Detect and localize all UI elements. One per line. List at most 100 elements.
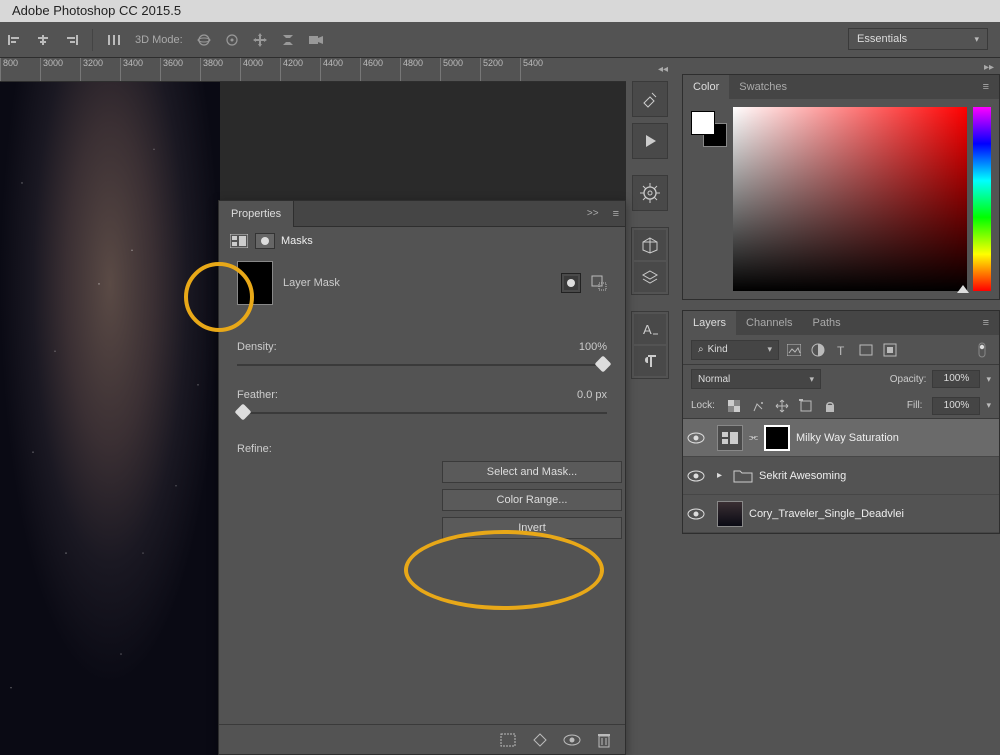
panel-menu-icon[interactable]: ≡ — [973, 311, 999, 335]
feather-slider[interactable] — [237, 405, 607, 421]
panel-menu-icon[interactable]: ≡ — [973, 75, 999, 99]
visibility-icon[interactable] — [687, 470, 711, 482]
expand-dock-icon[interactable]: ◂◂ — [658, 64, 672, 75]
workspace-switcher[interactable]: Essentials ▾ — [848, 28, 988, 50]
lock-position-icon[interactable] — [773, 397, 791, 415]
foreground-color[interactable] — [691, 111, 715, 135]
link-icon[interactable]: ⫘ — [749, 432, 758, 443]
lock-transparency-icon[interactable] — [725, 397, 743, 415]
lock-pixels-icon[interactable] — [749, 397, 767, 415]
paragraph-icon[interactable] — [634, 346, 666, 376]
apply-mask-icon[interactable] — [531, 731, 549, 749]
opacity-label: Opacity: — [890, 374, 927, 385]
panel-menu-icon[interactable]: ≡ — [607, 208, 625, 220]
properties-footer — [219, 724, 625, 754]
3d-camera-icon[interactable] — [305, 29, 327, 51]
visibility-icon[interactable] — [687, 432, 711, 444]
3d-cube-icon[interactable] — [634, 230, 666, 260]
visibility-icon[interactable] — [687, 508, 711, 520]
filter-smart-icon[interactable] — [881, 341, 899, 359]
tab-swatches[interactable]: Swatches — [729, 75, 797, 99]
lock-all-icon[interactable] — [821, 397, 839, 415]
pixel-mask-button[interactable] — [561, 273, 581, 293]
3d-roll-icon[interactable] — [221, 29, 243, 51]
masks-subheader: Masks — [219, 227, 625, 255]
ruler-tick: 3400 — [120, 58, 160, 82]
foreground-background-swatch[interactable] — [691, 111, 727, 147]
properties-panel: Properties >> ≡ Masks Layer Mask Density… — [218, 200, 626, 755]
color-panel: Color Swatches ≡ — [682, 74, 1000, 300]
layer-row[interactable]: ⫘ Milky Way Saturation — [683, 419, 999, 457]
invert-button[interactable]: Invert — [442, 517, 622, 539]
tab-paths[interactable]: Paths — [803, 311, 851, 335]
layer-row[interactable]: ▸ Sekrit Awesoming — [683, 457, 999, 495]
3d-pan-icon[interactable] — [249, 29, 271, 51]
vector-mask-button[interactable] — [589, 273, 609, 293]
character-icon[interactable]: A — [634, 314, 666, 344]
ruler-tick: 4000 — [240, 58, 280, 82]
fill-label: Fill: — [907, 400, 923, 411]
align-left-icon[interactable] — [4, 29, 26, 51]
collapse-panels-icon[interactable]: ▸▸ — [984, 62, 994, 73]
filter-type-icon[interactable]: T — [833, 341, 851, 359]
hue-slider[interactable] — [973, 107, 991, 291]
chevron-down-icon: ▾ — [767, 344, 772, 355]
tab-layers[interactable]: Layers — [683, 311, 736, 335]
filter-toggle-icon[interactable] — [973, 341, 991, 359]
app-title: Adobe Photoshop CC 2015.5 — [12, 3, 181, 18]
workspace-label: Essentials — [857, 33, 907, 45]
lock-artboard-icon[interactable] — [797, 397, 815, 415]
color-range-button[interactable]: Color Range... — [442, 489, 622, 511]
filter-pixel-icon[interactable] — [785, 341, 803, 359]
density-value[interactable]: 100% — [579, 341, 607, 353]
distribute-icon[interactable] — [103, 29, 125, 51]
adjustment-icon[interactable] — [229, 233, 249, 249]
load-selection-icon[interactable] — [499, 731, 517, 749]
layer-row[interactable]: Cory_Traveler_Single_Deadvlei — [683, 495, 999, 533]
3d-orbit-icon[interactable] — [193, 29, 215, 51]
3d-slide-icon[interactable] — [277, 29, 299, 51]
ruler-tick: 5000 — [440, 58, 480, 82]
select-and-mask-button[interactable]: Select and Mask... — [442, 461, 622, 483]
saturation-value-picker[interactable] — [733, 107, 967, 291]
layer-name[interactable]: Sekrit Awesoming — [759, 470, 846, 482]
opacity-value[interactable]: 100% — [932, 370, 980, 388]
disable-mask-icon[interactable] — [563, 731, 581, 749]
density-slider[interactable] — [237, 357, 607, 373]
folder-collapse-icon[interactable]: ▸ — [717, 470, 727, 481]
feather-value[interactable]: 0.0 px — [577, 389, 607, 401]
image-thumbnail[interactable] — [717, 501, 743, 527]
folder-icon — [733, 468, 753, 484]
collapse-panel-icon[interactable]: >> — [579, 208, 607, 219]
actions-play-icon[interactable] — [632, 123, 668, 159]
refine-label: Refine: — [237, 443, 272, 455]
fill-value[interactable]: 100% — [932, 397, 980, 415]
blend-mode-select[interactable]: Normal ▾ — [691, 369, 821, 389]
layers-panel: Layers Channels Paths ≡ ⌕Kind ▾ T Normal… — [682, 310, 1000, 534]
layer-mask-thumbnail[interactable] — [764, 425, 790, 451]
filter-kind-select[interactable]: ⌕Kind ▾ — [691, 340, 779, 360]
align-center-h-icon[interactable] — [32, 29, 54, 51]
filter-shape-icon[interactable] — [857, 341, 875, 359]
filter-adjustment-icon[interactable] — [809, 341, 827, 359]
tab-color[interactable]: Color — [683, 75, 729, 99]
mask-mode-icon[interactable] — [255, 233, 275, 249]
ruler-tick: 5200 — [480, 58, 520, 82]
adjustment-thumbnail[interactable] — [717, 425, 743, 451]
mask-thumbnail[interactable] — [237, 261, 273, 305]
chevron-down-icon[interactable]: ▾ — [986, 374, 991, 385]
layer-name[interactable]: Milky Way Saturation — [796, 432, 899, 444]
ship-wheel-icon[interactable] — [632, 175, 668, 211]
layers-stack-icon[interactable] — [634, 262, 666, 292]
canvas-image[interactable] — [0, 82, 220, 755]
window-titlebar: Adobe Photoshop CC 2015.5 — [0, 0, 1000, 22]
delete-mask-icon[interactable] — [595, 731, 613, 749]
history-brush-icon[interactable] — [632, 81, 668, 117]
align-right-icon[interactable] — [60, 29, 82, 51]
tab-properties[interactable]: Properties — [219, 201, 294, 227]
tab-channels[interactable]: Channels — [736, 311, 802, 335]
density-row: Density: 100% — [237, 341, 607, 353]
chevron-down-icon[interactable]: ▾ — [986, 400, 991, 411]
layer-name[interactable]: Cory_Traveler_Single_Deadvlei — [749, 508, 904, 520]
lock-label: Lock: — [691, 400, 715, 411]
